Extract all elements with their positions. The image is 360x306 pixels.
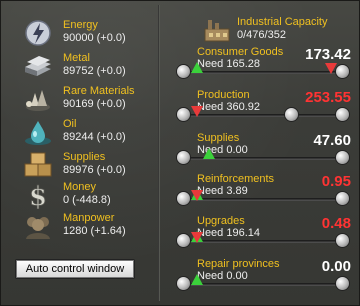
slider-handle-triangle[interactable] — [191, 190, 203, 201]
allocation-slider-track[interactable] — [183, 114, 339, 117]
resource-value: 89752 (+0.0) — [63, 65, 126, 77]
allocation-value: 0.95 — [321, 173, 351, 190]
slider-max-knob[interactable] — [336, 151, 349, 164]
slider-max-knob[interactable] — [336, 234, 349, 247]
allocation-need: Need 196.14 — [197, 227, 260, 239]
allocation-consumer-goods: Consumer Goods Need 165.28 173.42 — [177, 46, 357, 86]
metal-bars-icon — [25, 56, 51, 76]
slider-min-knob[interactable] — [177, 234, 190, 247]
slider-min-knob[interactable] — [177, 192, 190, 205]
slider-handle-triangle[interactable] — [325, 63, 337, 74]
dollar-icon: $ — [29, 182, 48, 209]
slider-handle-triangle[interactable] — [191, 232, 203, 243]
resource-value: 90000 (+0.0) — [63, 32, 126, 44]
resource-supplies: Supplies 89976 (+0.0) — [9, 151, 159, 183]
allocation-need: Need 165.28 — [197, 58, 260, 70]
slider-max-knob[interactable] — [336, 108, 349, 121]
allocation-production: Production Need 360.92 253.55 — [177, 89, 357, 129]
allocation-value: 47.60 — [313, 132, 351, 149]
slider-min-knob[interactable] — [177, 277, 190, 290]
slider-handle-triangle[interactable] — [191, 106, 203, 117]
resource-name: Money — [63, 181, 97, 193]
industrial-capacity-value: 0/476/352 — [237, 29, 286, 41]
slider-min-knob[interactable] — [177, 108, 190, 121]
resource-oil: Oil 89244 (+0.0) — [9, 118, 159, 150]
slider-mid-knob[interactable] — [285, 108, 298, 121]
resource-value: 1280 (+1.64) — [63, 225, 126, 237]
oil-icon — [25, 121, 51, 145]
allocation-name: Supplies — [197, 132, 240, 144]
rare-materials-icon — [26, 90, 50, 111]
resource-name: Supplies — [63, 151, 106, 163]
resource-energy: Energy 90000 (+0.0) — [9, 19, 159, 51]
allocation-need: Need 3.89 — [197, 185, 248, 197]
allocation-name: Repair provinces — [197, 258, 280, 270]
allocation-slider-track[interactable] — [183, 71, 339, 74]
allocation-supplies: Supplies Need 0.00 47.60 — [177, 132, 357, 172]
allocation-value: 0.00 — [321, 258, 351, 275]
resource-name: Energy — [63, 19, 98, 31]
allocation-name: Upgrades — [197, 215, 245, 227]
allocation-need: Need 0.00 — [197, 270, 248, 282]
allocation-name: Consumer Goods — [197, 46, 284, 58]
slider-handle-triangle[interactable] — [203, 148, 215, 159]
resource-value: 0 (-448.8) — [63, 194, 111, 206]
allocation-value: 173.42 — [305, 46, 351, 63]
allocation-slider-track[interactable] — [183, 240, 339, 243]
supplies-crates-icon — [24, 152, 52, 177]
slider-handle-triangle[interactable] — [191, 274, 203, 285]
slider-min-knob[interactable] — [177, 151, 190, 164]
lightning-icon — [25, 20, 51, 46]
factory-icon — [204, 20, 230, 42]
allocation-reinforcements: Reinforcements Need 3.89 0.95 — [177, 173, 357, 213]
allocation-slider-track[interactable] — [183, 198, 339, 201]
resource-money: $ Money 0 (-448.8) — [9, 181, 159, 213]
slider-min-knob[interactable] — [177, 65, 190, 78]
allocation-name: Reinforcements — [197, 173, 275, 185]
resource-value: 89244 (+0.0) — [63, 131, 126, 143]
resource-manpower: Manpower 1280 (+1.64) — [9, 212, 159, 244]
svg-text:$: $ — [29, 182, 47, 209]
slider-max-knob[interactable] — [336, 277, 349, 290]
resource-value: 90169 (+0.0) — [63, 98, 126, 110]
resource-name: Rare Materials — [63, 85, 135, 97]
allocation-value: 253.55 — [305, 89, 351, 106]
resource-name: Oil — [63, 118, 77, 130]
resource-name: Metal — [63, 52, 90, 64]
allocation-slider-track[interactable] — [183, 283, 339, 286]
industrial-capacity-label: Industrial Capacity — [237, 16, 328, 28]
slider-max-knob[interactable] — [336, 65, 349, 78]
allocation-repair-provinces: Repair provinces Need 0.00 0.00 — [177, 258, 357, 298]
allocation-value: 0.48 — [321, 215, 351, 232]
resource-value: 89976 (+0.0) — [63, 164, 126, 176]
slider-max-knob[interactable] — [336, 192, 349, 205]
manpower-icon — [26, 217, 50, 239]
need-marker-triangle — [191, 62, 203, 73]
resource-rare-materials: Rare Materials 90169 (+0.0) — [9, 85, 159, 117]
resource-name: Manpower — [63, 212, 115, 224]
resource-metal: Metal 89752 (+0.0) — [9, 52, 159, 84]
allocation-name: Production — [197, 89, 250, 101]
allocation-upgrades: Upgrades Need 196.14 0.48 — [177, 215, 357, 255]
allocation-need: Need 360.92 — [197, 101, 260, 113]
auto-control-window-button[interactable]: Auto control window — [15, 259, 135, 279]
production-panel: Energy 90000 (+0.0) Metal 89752 (+0.0) R… — [0, 0, 360, 306]
